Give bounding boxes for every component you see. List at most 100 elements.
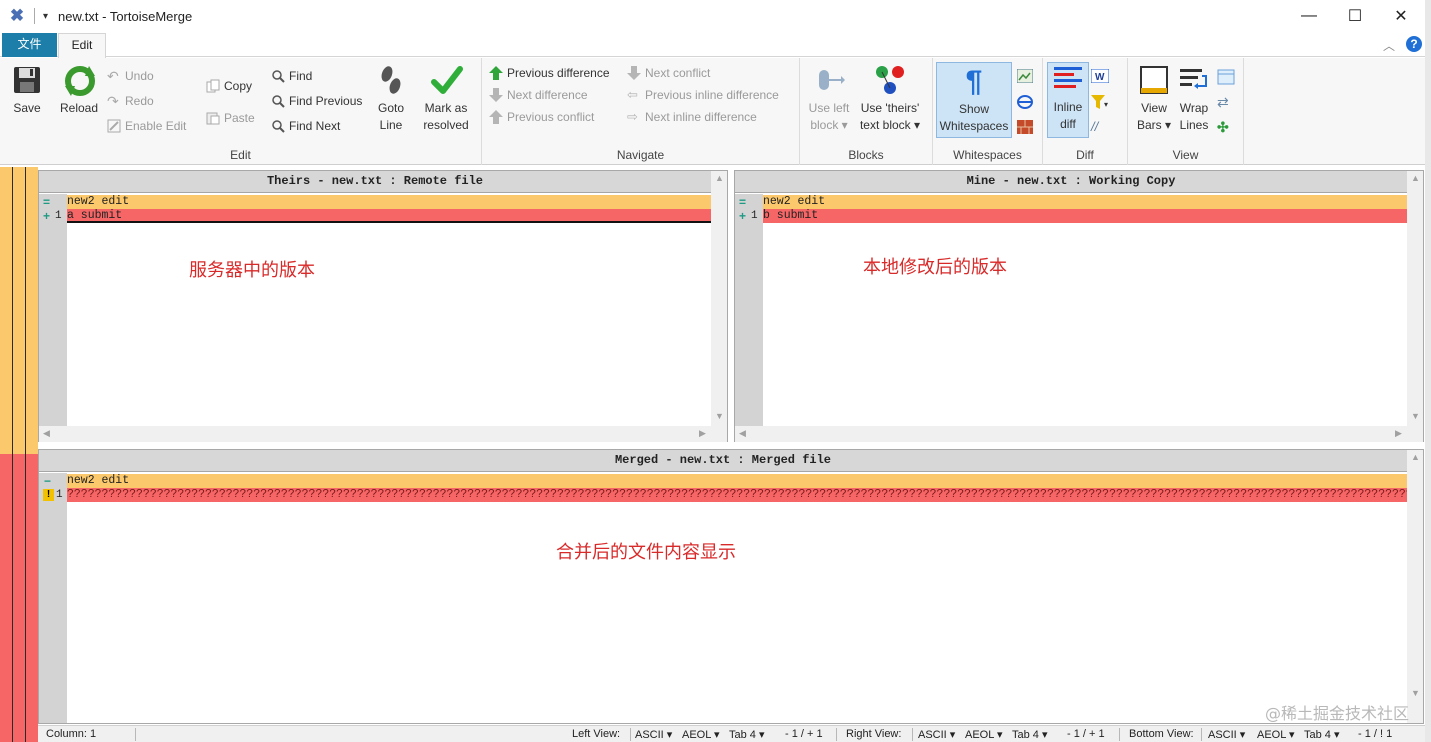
show-whitespaces-button[interactable]: ¶ Show Whitespaces — [936, 62, 1012, 138]
find-previous-button[interactable]: Find Previous — [271, 92, 362, 110]
status-separator — [1201, 728, 1202, 741]
down-arrow-icon — [489, 88, 503, 102]
collapse-ribbon-icon[interactable]: ︿ — [1383, 37, 1395, 54]
collapse-sections-button[interactable]: // — [1091, 118, 1109, 136]
group-navigate-label: Navigate — [616, 148, 665, 162]
minimize-button[interactable]: — — [1286, 0, 1332, 32]
scroll-down-arrow-icon[interactable]: ▼ — [1411, 688, 1420, 698]
status-left-eol[interactable]: AEOL ▾ — [682, 728, 720, 741]
find-next-button[interactable]: Find Next — [271, 117, 340, 135]
group-navigate: Previous difference Next difference Prev… — [482, 58, 800, 165]
scroll-down-arrow-icon[interactable]: ▼ — [715, 411, 724, 421]
tortoisemerge-app-icon[interactable]: ✖ — [8, 7, 26, 25]
theirs-pane[interactable]: Theirs - new.txt : Remote file new2 edit… — [38, 170, 728, 442]
maximize-button[interactable]: ☐ — [1332, 0, 1378, 32]
paste-icon — [206, 111, 220, 125]
previous-conflict-label: Previous conflict — [507, 110, 595, 124]
next-conflict-button[interactable]: Next conflict — [627, 64, 710, 82]
scroll-up-arrow-icon[interactable]: ▲ — [715, 173, 724, 183]
scroll-up-arrow-icon[interactable]: ▲ — [1411, 173, 1420, 183]
save-button[interactable]: Save — [6, 64, 48, 117]
close-button[interactable]: ✕ — [1378, 0, 1424, 32]
next-difference-button[interactable]: Next difference — [489, 86, 588, 104]
mark-as-resolved-button[interactable]: Mark as resolved — [418, 64, 474, 134]
status-right-eol[interactable]: AEOL ▾ — [965, 728, 1003, 741]
status-separator — [912, 728, 913, 741]
inline-diff-label-1: Inline — [1053, 100, 1083, 114]
inline-diff-button[interactable]: Inline diff — [1047, 62, 1089, 138]
reload-button[interactable]: Reload — [56, 64, 102, 117]
next-inline-difference-button[interactable]: ⇨ Next inline difference — [627, 108, 757, 126]
merged-line-1[interactable]: new2 edit — [67, 474, 1407, 488]
mine-vertical-scrollbar[interactable]: ▲ ▼ — [1407, 171, 1423, 426]
use-block-icon — [813, 64, 845, 96]
tab-edit[interactable]: Edit — [58, 33, 106, 58]
theirs-vertical-scrollbar[interactable]: ▲ ▼ — [711, 171, 727, 426]
watermark: @稀土掘金技术社区 — [1264, 704, 1409, 723]
status-bottom-eol[interactable]: AEOL ▾ — [1257, 728, 1295, 741]
word-diff-button[interactable]: W — [1090, 67, 1110, 85]
status-left-encoding[interactable]: ASCII ▾ — [635, 728, 672, 741]
swap-views-button[interactable]: ⇄ — [1217, 93, 1235, 111]
checkmark-icon — [430, 64, 463, 96]
mark-as-resolved-label-1: Mark as — [424, 101, 468, 115]
copy-label: Copy — [224, 79, 253, 93]
previous-inline-difference-button[interactable]: ⇦ Previous inline difference — [627, 86, 779, 104]
status-right-tab[interactable]: Tab 4 ▾ — [1012, 728, 1048, 741]
mine-line-1[interactable]: new2 edit — [763, 195, 1407, 209]
colored-dots-icon — [874, 64, 906, 96]
view-bars-button[interactable]: View Bars ▾ — [1132, 64, 1176, 134]
quick-access-dropdown-icon[interactable]: ▾ — [43, 11, 48, 22]
collapse-view-button[interactable]: ✣ — [1217, 118, 1235, 136]
scroll-right-arrow-icon[interactable]: ▶ — [1395, 428, 1402, 439]
theirs-line-1[interactable]: new2 edit — [67, 195, 711, 209]
scroll-right-arrow-icon[interactable]: ▶ — [699, 428, 706, 439]
mine-pane[interactable]: Mine - new.txt : Working Copy new2 edit … — [734, 170, 1424, 442]
enable-edit-button[interactable]: Enable Edit — [107, 117, 186, 135]
scroll-left-arrow-icon[interactable]: ◀ — [43, 428, 50, 439]
find-label: Find — [289, 69, 313, 83]
enable-edit-label: Enable Edit — [125, 119, 187, 133]
group-diff-label: Diff — [1076, 148, 1094, 162]
mine-horizontal-scrollbar[interactable]: ◀ ▶ — [735, 426, 1423, 442]
ignore-case-button[interactable] — [1016, 67, 1035, 85]
help-icon[interactable]: ? — [1406, 36, 1422, 52]
copy-button[interactable]: Copy — [206, 77, 252, 95]
filter-button[interactable]: ▾ — [1091, 93, 1109, 111]
previous-conflict-button[interactable]: Previous conflict — [489, 108, 594, 126]
find-button[interactable]: Find — [271, 67, 312, 85]
status-left-tab[interactable]: Tab 4 ▾ — [729, 728, 765, 741]
previous-difference-button[interactable]: Previous difference — [489, 64, 610, 82]
ignore-whitespace-button[interactable] — [1017, 93, 1035, 111]
title-bar: ✖ ▾ new.txt - TortoiseMerge — ☐ ✕ — [0, 0, 1425, 32]
merged-line-2[interactable]: ????????????????????????????????????????… — [67, 488, 1407, 502]
theirs-line-2[interactable]: a submit — [67, 209, 711, 223]
undo-button[interactable]: ↶ Undo — [107, 67, 154, 85]
scroll-left-arrow-icon[interactable]: ◀ — [739, 428, 746, 439]
scroll-up-arrow-icon[interactable]: ▲ — [1411, 452, 1420, 462]
compress-arrows-icon: ✣ — [1217, 119, 1229, 135]
use-left-block-label-2: block ▾ — [810, 118, 848, 132]
ribbon: Save Reload ↶ Undo ↷ Redo Enable Edit Co… — [0, 58, 1425, 165]
status-right-encoding[interactable]: ASCII ▾ — [918, 728, 955, 741]
tab-file[interactable]: 文件 — [2, 33, 57, 57]
one-pane-view-button[interactable] — [1217, 67, 1235, 85]
goto-line-button[interactable]: Goto Line — [372, 64, 410, 134]
merged-pane[interactable]: Merged - new.txt : Merged file new2 edit… — [38, 449, 1424, 724]
reload-label: Reload — [59, 101, 99, 115]
redo-button[interactable]: ↷ Redo — [107, 92, 154, 110]
mine-line-2[interactable]: b submit — [763, 209, 1407, 223]
status-bottom-encoding[interactable]: ASCII ▾ — [1208, 728, 1245, 741]
scroll-down-arrow-icon[interactable]: ▼ — [1411, 411, 1420, 421]
ignore-eol-button[interactable] — [1017, 118, 1035, 136]
paste-button[interactable]: Paste — [206, 109, 255, 127]
theirs-horizontal-scrollbar[interactable]: ◀ ▶ — [39, 426, 727, 442]
use-theirs-text-block-button[interactable]: Use 'theirs' text block ▾ — [856, 64, 924, 134]
status-separator — [135, 728, 136, 741]
copy-icon — [206, 79, 220, 93]
location-bar[interactable] — [0, 167, 38, 742]
use-left-block-button[interactable]: Use left block ▾ — [804, 64, 854, 134]
status-bottom-tab[interactable]: Tab 4 ▾ — [1304, 728, 1340, 741]
wrap-lines-button[interactable]: Wrap Lines — [1174, 64, 1214, 134]
merged-vertical-scrollbar[interactable]: ▲ ▼ — [1407, 450, 1423, 723]
